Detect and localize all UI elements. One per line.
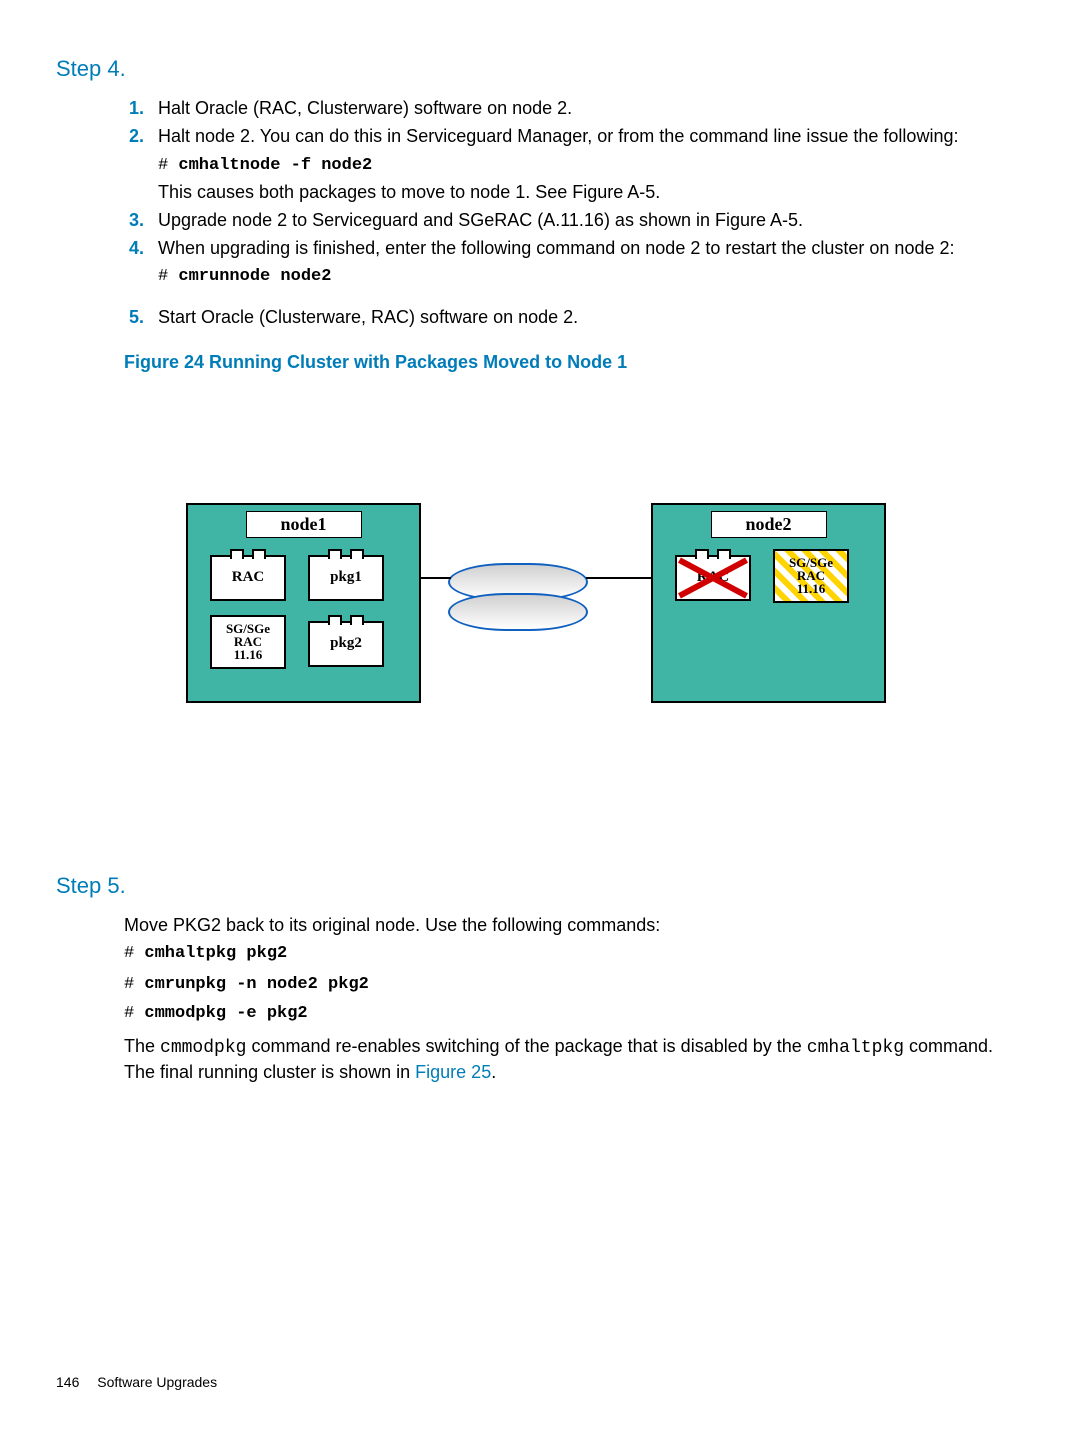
command-line: # cmhaltnode -f node2: [158, 155, 1016, 178]
node2-sgrac-icon: SG/SGe RAC 11.16: [773, 549, 849, 603]
prompt: #: [124, 975, 144, 994]
list-body: Upgrade node 2 to Serviceguard and SGeRA…: [158, 208, 1016, 232]
cluster-diagram: node1 RAC pkg1 SG/SGe RAC 11.16 pkg2 nod…: [186, 473, 886, 753]
inline-code: cmhaltpkg: [807, 1038, 904, 1058]
list-item: 4. When upgrading is finished, enter the…: [124, 236, 1016, 291]
list-text: Halt node 2. You can do this in Serviceg…: [158, 126, 958, 146]
step4-heading: Step 4.: [56, 56, 1016, 82]
text: command re-enables switching of the pack…: [246, 1036, 806, 1056]
list-text: When upgrading is finished, enter the fo…: [158, 238, 954, 258]
node1-box: node1 RAC pkg1 SG/SGe RAC 11.16 pkg2: [186, 503, 421, 703]
step5-outro: The cmmodpkg command re-enables switchin…: [124, 1034, 1016, 1085]
step4-list: 1. Halt Oracle (RAC, Clusterware) softwa…: [124, 96, 1016, 330]
list-number: 5.: [124, 307, 158, 328]
list-number: 1.: [124, 98, 158, 119]
prompt: #: [124, 1004, 144, 1023]
command: cmrunnode node2: [178, 267, 331, 286]
footer-section: Software Upgrades: [97, 1374, 217, 1390]
text: The: [124, 1036, 160, 1056]
page-footer: 146 Software Upgrades: [56, 1374, 217, 1390]
list-number: 2.: [124, 126, 158, 147]
node1-sgrac-icon: SG/SGe RAC 11.16: [210, 615, 286, 669]
disk-icon: [448, 593, 588, 631]
list-body: Start Oracle (Clusterware, RAC) software…: [158, 305, 1016, 329]
command: cmrunpkg -n node2 pkg2: [144, 975, 368, 994]
figure-link[interactable]: Figure 25: [415, 1062, 491, 1082]
command-line: # cmmodpkg -e pkg2: [124, 1003, 1016, 1026]
command: cmhaltpkg pkg2: [144, 944, 287, 963]
node2-box: node2 RAC SG/SGe RAC 11.16: [651, 503, 886, 703]
list-body: When upgrading is finished, enter the fo…: [158, 236, 1016, 291]
list-item: 3. Upgrade node 2 to Serviceguard and SG…: [124, 208, 1016, 232]
list-number: 3.: [124, 210, 158, 231]
text: .: [491, 1062, 496, 1082]
command-line: # cmrunnode node2: [158, 266, 1016, 289]
list-body: Halt node 2. You can do this in Serviceg…: [158, 124, 1016, 204]
cross-out-icon: [675, 555, 751, 601]
link-line: [421, 577, 451, 579]
prompt: #: [158, 156, 178, 175]
list-number: 4.: [124, 238, 158, 259]
list-item: 2. Halt node 2. You can do this in Servi…: [124, 124, 1016, 204]
command-line: # cmrunpkg -n node2 pkg2: [124, 974, 1016, 997]
list-item: 1. Halt Oracle (RAC, Clusterware) softwa…: [124, 96, 1016, 120]
node1-rac-icon: RAC: [210, 555, 286, 601]
command: cmhaltnode -f node2: [178, 156, 372, 175]
inline-code: cmmodpkg: [160, 1038, 246, 1058]
figure-caption: Figure 24 Running Cluster with Packages …: [124, 352, 1016, 373]
node1-pkg1-icon: pkg1: [308, 555, 384, 601]
prompt: #: [158, 267, 178, 286]
list-after-text: This causes both packages to move to nod…: [158, 180, 1016, 204]
step5-intro: Move PKG2 back to its original node. Use…: [124, 913, 1016, 937]
link-line: [586, 577, 651, 579]
node2-label: node2: [710, 511, 826, 538]
page-number: 146: [56, 1374, 79, 1390]
command: cmmodpkg -e pkg2: [144, 1004, 307, 1023]
shared-disks-icon: [448, 563, 598, 623]
prompt: #: [124, 944, 144, 963]
list-item: 5. Start Oracle (Clusterware, RAC) softw…: [124, 305, 1016, 329]
step5-heading: Step 5.: [56, 873, 1016, 899]
list-body: Halt Oracle (RAC, Clusterware) software …: [158, 96, 1016, 120]
node1-label: node1: [245, 511, 361, 538]
step5-body: Move PKG2 back to its original node. Use…: [124, 913, 1016, 1085]
command-line: # cmhaltpkg pkg2: [124, 943, 1016, 966]
node1-pkg2-icon: pkg2: [308, 621, 384, 667]
